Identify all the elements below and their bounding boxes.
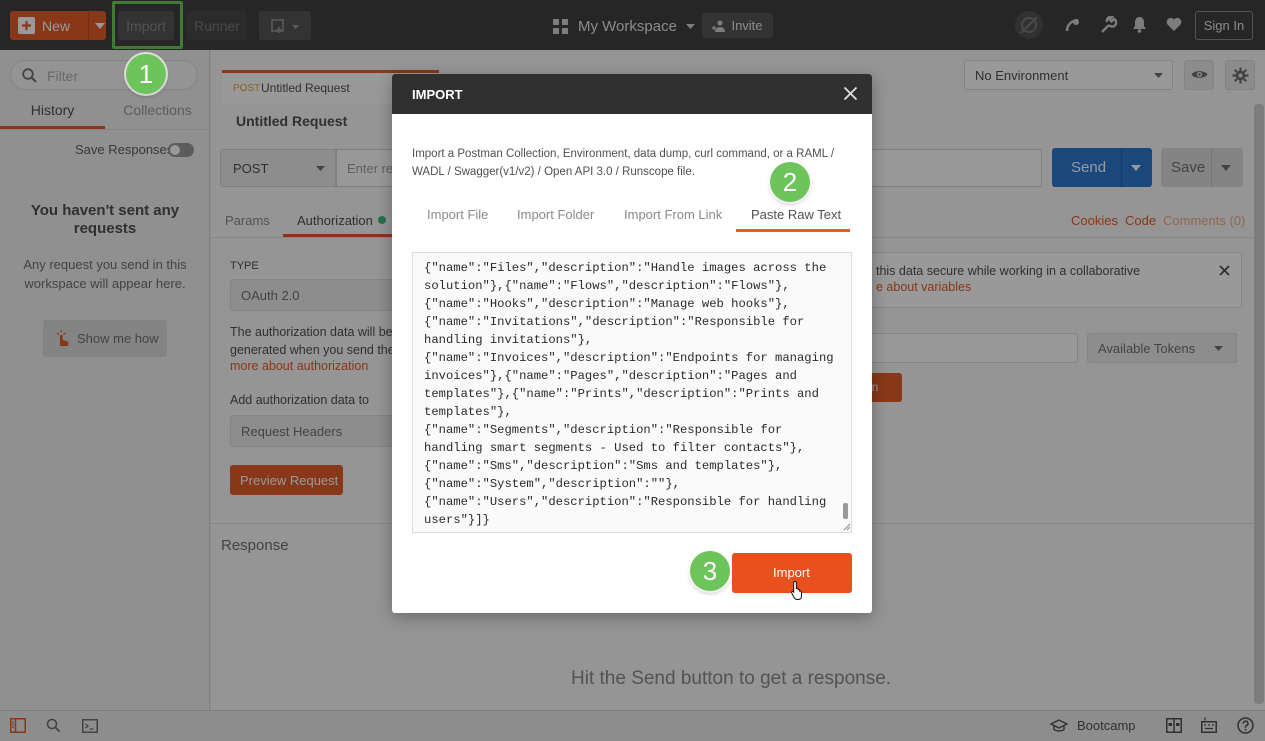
import-modal: IMPORT Import a Postman Collection, Envi… bbox=[392, 74, 872, 613]
modal-header: IMPORT bbox=[392, 74, 872, 114]
step-badge-1: 1 bbox=[126, 54, 166, 94]
close-icon[interactable] bbox=[843, 86, 858, 101]
raw-text-content: {"name":"Files","description":"Handle im… bbox=[424, 261, 834, 527]
tab-import-folder[interactable]: Import Folder bbox=[517, 207, 594, 222]
import-submit-label: Import bbox=[773, 565, 810, 580]
tab-import-from-link[interactable]: Import From Link bbox=[624, 207, 722, 222]
raw-text-area[interactable]: {"name":"Files","description":"Handle im… bbox=[412, 252, 852, 533]
raw-text-scrollbar[interactable] bbox=[843, 503, 848, 519]
resize-handle-icon[interactable] bbox=[841, 521, 851, 531]
tab-import-file[interactable]: Import File bbox=[427, 207, 488, 222]
modal-title: IMPORT bbox=[412, 87, 463, 102]
hand-cursor-icon bbox=[791, 580, 802, 600]
tab-paste-raw-text[interactable]: Paste Raw Text bbox=[736, 200, 850, 232]
step-badge-3: 3 bbox=[690, 551, 730, 591]
step-badge-2: 2 bbox=[770, 162, 810, 202]
